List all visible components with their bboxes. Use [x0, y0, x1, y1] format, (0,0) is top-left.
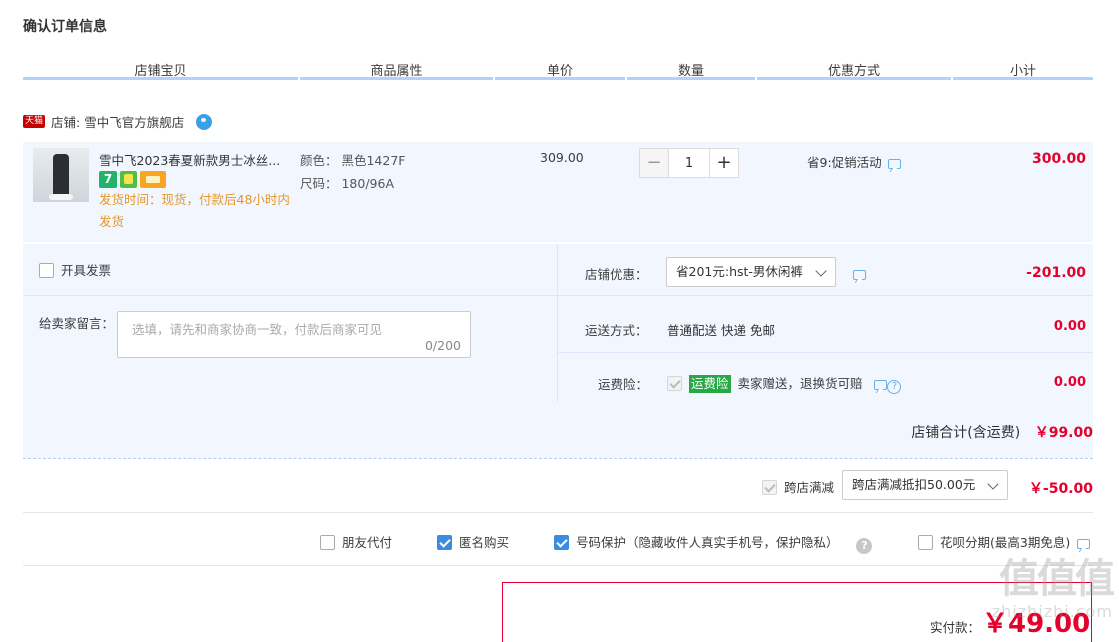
- column-header-quantity: 数量: [627, 60, 755, 80]
- insurance-checkbox: [667, 376, 682, 391]
- ship-time-text: 发货时间：现货，付款后48小时内发货: [99, 192, 290, 229]
- chevron-down-icon: [987, 478, 999, 490]
- cross-store-value: 跨店满减抵扣50.00元: [852, 477, 976, 492]
- cross-store-option: 跨店满减: [762, 477, 834, 496]
- column-header-unit-price: 单价: [495, 60, 625, 80]
- divider: [23, 512, 1093, 513]
- anonymous-label: 匿名购买: [458, 535, 509, 550]
- promo-text: 省9:促销活动: [807, 155, 882, 170]
- guarantee-icon: [120, 171, 137, 188]
- message-label: 给卖家留言：: [39, 316, 115, 331]
- friend-pay-option[interactable]: 朋友代付: [320, 532, 392, 551]
- shop-total-label: 店铺合计(含运费): [911, 425, 1021, 441]
- comment-icon[interactable]: [887, 159, 901, 169]
- item-size-attribute: 尺码： 180/96A: [300, 176, 395, 191]
- tmall-badge: 天猫: [23, 115, 46, 128]
- shipping-amount: 0.00: [1053, 319, 1086, 334]
- shipping-label: 运送方式：: [585, 323, 648, 338]
- item-service-badges: 7: [99, 171, 166, 188]
- insurance-badge: 运费险: [688, 375, 731, 393]
- anonymous-option[interactable]: 匿名购买: [437, 532, 509, 551]
- item-title[interactable]: 雪中飞2023春夏新款男士冰丝...: [99, 150, 280, 169]
- wangwang-chat-icon[interactable]: [196, 113, 213, 130]
- comment-icon[interactable]: [1077, 539, 1091, 549]
- comment-icon[interactable]: [853, 270, 866, 280]
- huabei-label: 花呗分期(最高3期免息): [939, 535, 1071, 550]
- cross-store-checkbox: [762, 480, 777, 495]
- help-icon[interactable]: ?: [856, 538, 873, 554]
- huabei-option[interactable]: 花呗分期(最高3期免息): [918, 532, 1091, 551]
- shop-discount-amount: -201.00: [1026, 265, 1086, 281]
- invoice-option[interactable]: 开具发票: [39, 260, 111, 279]
- insurance-text: 卖家赠送，退换货可赔: [737, 376, 863, 391]
- watermark-url: zhizhizhi.com: [991, 602, 1113, 621]
- shop-discount-label: 店铺优惠：: [585, 267, 648, 282]
- options-divider: [557, 244, 558, 402]
- item-thumbnail[interactable]: [33, 148, 89, 202]
- column-header-discount: 优惠方式: [757, 60, 951, 80]
- item-color-attribute: 颜色： 黑色1427F: [300, 153, 406, 168]
- shop-total: 店铺合计(含运费) ￥99.00: [911, 422, 1093, 442]
- number-protect-label: 号码保护（隐藏收件人真实手机号，保护隐私）: [575, 535, 839, 550]
- divider: [23, 295, 557, 296]
- column-header-shop-item: 店铺宝贝: [23, 60, 298, 80]
- message-placeholder: 选填，请先和商家协商一致，付款后商家可见: [132, 322, 383, 337]
- help-icon[interactable]: ?: [887, 380, 902, 394]
- quantity-increase-button[interactable]: +: [709, 148, 739, 178]
- quantity-decrease-button[interactable]: −: [639, 148, 669, 178]
- credit-card-icon: [140, 171, 166, 188]
- promo-info: 省9:促销活动: [807, 152, 901, 171]
- shop-name[interactable]: 店铺: 雪中飞官方旗舰店: [51, 112, 184, 131]
- divider: [23, 458, 1093, 459]
- message-char-count: 0/200: [424, 338, 461, 353]
- quantity-input[interactable]: 1: [669, 148, 709, 178]
- site-watermark: 值值值 zhizhizhi.com: [973, 556, 1115, 642]
- cross-store-select[interactable]: 跨店满减抵扣50.00元: [842, 470, 1008, 500]
- shipping-method: 普通配送 快递 免邮: [667, 323, 775, 338]
- column-header-subtotal: 小计: [953, 60, 1093, 80]
- page-title: 确认订单信息: [23, 19, 107, 35]
- watermark-logo: 值值值: [999, 556, 1115, 602]
- divider: [558, 352, 1093, 353]
- anonymous-checkbox[interactable]: [437, 535, 452, 550]
- item-unit-price: 309.00: [540, 150, 584, 165]
- chevron-down-icon: [815, 265, 827, 277]
- cross-store-label: 跨店满减: [783, 480, 834, 495]
- insurance-option: 运费险 卖家赠送，退换货可赔 ?: [667, 373, 902, 394]
- invoice-checkbox[interactable]: [39, 263, 54, 278]
- seven-day-return-icon: 7: [99, 171, 117, 188]
- insurance-amount: 0.00: [1053, 375, 1086, 390]
- shop-discount-select[interactable]: 省201元:hst-男休闲裤: [666, 257, 836, 287]
- cross-store-amount: ￥-50.00: [1028, 481, 1093, 497]
- number-protect-option[interactable]: 号码保护（隐藏收件人真实手机号，保护隐私） ?: [554, 532, 873, 554]
- invoice-label: 开具发票: [60, 263, 111, 278]
- insurance-label: 运费险：: [598, 377, 649, 392]
- divider: [558, 295, 1093, 296]
- message-textarea[interactable]: 选填，请先和商家协商一致，付款后商家可见 0/200: [117, 311, 471, 358]
- shop-discount-value: 省201元:hst-男休闲裤: [676, 264, 803, 279]
- item-subtotal: 300.00: [1031, 151, 1086, 167]
- shop-row: 天猫 店铺: 雪中飞官方旗舰店: [23, 112, 213, 131]
- comment-icon[interactable]: [874, 380, 888, 390]
- shop-total-amount: ￥99.00: [1034, 425, 1093, 441]
- column-header-attributes: 商品属性: [300, 60, 493, 80]
- friend-pay-label: 朋友代付: [341, 535, 392, 550]
- quantity-stepper: − 1 +: [639, 148, 739, 178]
- huabei-checkbox[interactable]: [918, 535, 933, 550]
- divider: [23, 565, 1093, 566]
- number-protect-checkbox[interactable]: [554, 535, 569, 550]
- friend-pay-checkbox[interactable]: [320, 535, 335, 550]
